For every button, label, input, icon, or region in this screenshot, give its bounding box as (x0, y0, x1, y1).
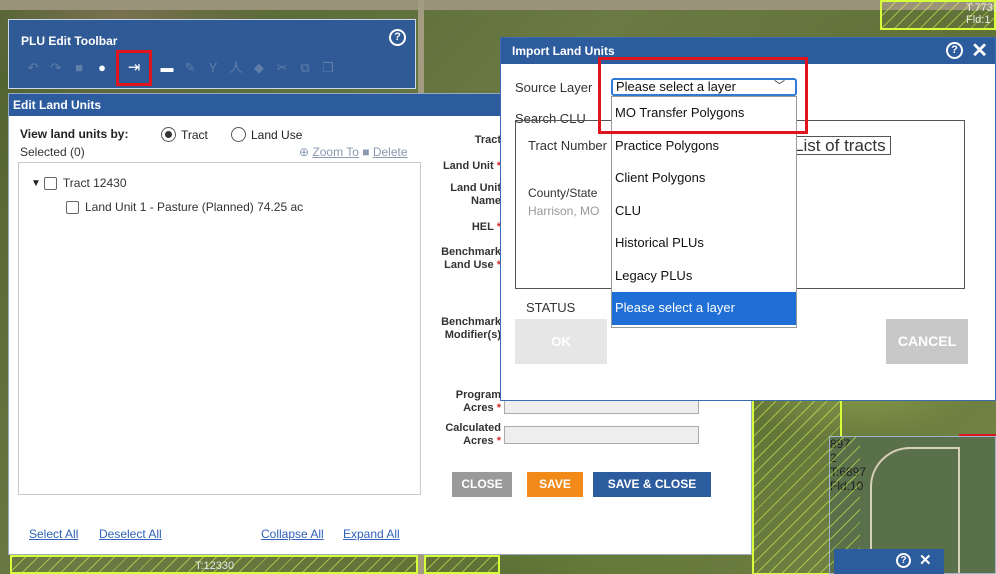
map-label: T:12330 (195, 560, 235, 572)
land-unit-tree: ▼ Tract 12430 Land Unit 1 - Pasture (Pla… (18, 162, 421, 495)
land-unit-label: Land Unit 1 - Pasture (Planned) 74.25 ac (85, 200, 304, 214)
source-layer-label: Source Layer (515, 80, 593, 95)
tract-label: Tract 12430 (62, 176, 127, 190)
land-unit-name-label: Land Unit Name (450, 182, 501, 207)
field-polygon[interactable] (424, 555, 500, 574)
program-acres-label: Program Acres * (455, 389, 501, 414)
trash-icon: ■ (362, 145, 370, 159)
mini-map-bar: ? ✕ (834, 549, 944, 574)
close-button[interactable]: CLOSE (452, 472, 512, 497)
import-icon[interactable]: ⇥ (116, 50, 152, 86)
select-icon[interactable]: ● (91, 58, 113, 78)
rectangle-icon[interactable]: ▬ (156, 58, 178, 78)
clip-icon[interactable]: ✂ (271, 58, 293, 78)
undo-icon[interactable]: ↶ (22, 58, 44, 78)
toolbar-tools: ↶ ↷ ■ ● ⇥ ▬ ✎ Y 人 ◆ ✂ ⧉ ❐ (22, 50, 340, 86)
cancel-button[interactable]: CANCEL (886, 319, 968, 364)
draw-icon[interactable]: ✎ (179, 58, 201, 78)
cut-icon[interactable]: ⧉ (294, 58, 316, 78)
option-practice-polygons[interactable]: Practice Polygons (612, 130, 796, 163)
ok-button[interactable]: OK (515, 319, 607, 364)
help-icon[interactable]: ? (389, 29, 406, 46)
county-state-value: Harrison, MO (528, 204, 600, 218)
help-icon[interactable]: ? (946, 42, 963, 59)
benchmark-modifier-label: Benchmark Modifier(s) (441, 316, 501, 341)
split-icon[interactable]: Y (202, 58, 224, 78)
option-legacy-plus[interactable]: Legacy PLUs (612, 260, 796, 293)
land-unit-label: Land Unit * (442, 160, 501, 172)
tree-row-tract[interactable]: ▼ Tract 12430 (31, 176, 127, 190)
selected-count: Selected (0) (20, 145, 85, 159)
delete-icon[interactable]: ■ (68, 58, 90, 78)
option-client-polygons[interactable]: Client Polygons (612, 162, 796, 195)
map-label: T:7731 (966, 2, 996, 14)
status-label: STATUS (526, 300, 576, 315)
benchmark-land-use-label: Benchmark Land Use * (441, 246, 501, 271)
calculated-acres-label: Calculated Acres * (445, 422, 501, 447)
copy-icon[interactable]: ❐ (317, 58, 339, 78)
radio-dot[interactable] (231, 127, 246, 142)
zoom-icon: ⊕ (299, 145, 310, 159)
dialog-title: Import Land Units (512, 44, 615, 58)
checkbox[interactable] (66, 200, 79, 214)
save-button[interactable]: SAVE (527, 472, 583, 497)
close-icon[interactable]: ✕ (919, 551, 932, 569)
radio-label: Tract (181, 127, 208, 142)
deselect-all-link[interactable]: Deselect All (99, 527, 162, 541)
paint-icon[interactable]: ◆ (248, 58, 270, 78)
radio-label: Land Use (251, 127, 303, 142)
option-historical-plus[interactable]: Historical PLUs (612, 227, 796, 260)
caret-down-icon[interactable]: ▼ (31, 178, 41, 189)
view-by-label: View land units by: (20, 127, 129, 141)
close-icon[interactable]: ✕ (971, 38, 988, 64)
save-and-close-button[interactable]: SAVE & CLOSE (593, 472, 711, 497)
tract-label: Tract (474, 134, 501, 146)
plu-edit-toolbar: PLU Edit Toolbar ? ↶ ↷ ■ ● ⇥ ▬ ✎ Y 人 ◆ ✂… (8, 19, 416, 89)
tract-number-label: Tract Number (528, 138, 607, 153)
map-label: Fld:1 (966, 14, 991, 26)
merge-icon[interactable]: 人 (225, 58, 247, 78)
zoom-delete-links: ⊕ Zoom To ■ Delete (299, 145, 408, 159)
expand-all-link[interactable]: Expand All (343, 527, 400, 541)
import-land-units-dialog: Import Land Units ? ✕ Source Layer Searc… (500, 37, 996, 401)
tree-row-land-unit[interactable]: Land Unit 1 - Pasture (Planned) 74.25 ac (66, 200, 303, 214)
radio-tract[interactable]: Tract (161, 127, 208, 142)
collapse-all-link[interactable]: Collapse All (261, 527, 324, 541)
toolbar-title: PLU Edit Toolbar (21, 34, 118, 48)
calculated-acres-input[interactable] (504, 426, 699, 444)
list-of-tracts-input[interactable]: List of tracts (787, 136, 891, 155)
radio-land-use[interactable]: Land Use (231, 127, 302, 142)
checkbox[interactable] (43, 176, 57, 190)
option-clu[interactable]: CLU (612, 195, 796, 228)
option-please-select[interactable]: Please select a layer (612, 292, 796, 325)
highlight-box (598, 57, 808, 134)
county-state-label: County/State (528, 186, 598, 200)
zoom-to-link[interactable]: Zoom To (312, 145, 358, 159)
road (0, 0, 996, 10)
help-icon[interactable]: ? (896, 553, 911, 568)
radio-dot[interactable] (161, 127, 176, 142)
delete-link[interactable]: Delete (373, 145, 408, 159)
select-all-link[interactable]: Select All (29, 527, 78, 541)
hel-label: HEL * (471, 221, 501, 233)
redo-icon[interactable]: ↷ (45, 58, 67, 78)
